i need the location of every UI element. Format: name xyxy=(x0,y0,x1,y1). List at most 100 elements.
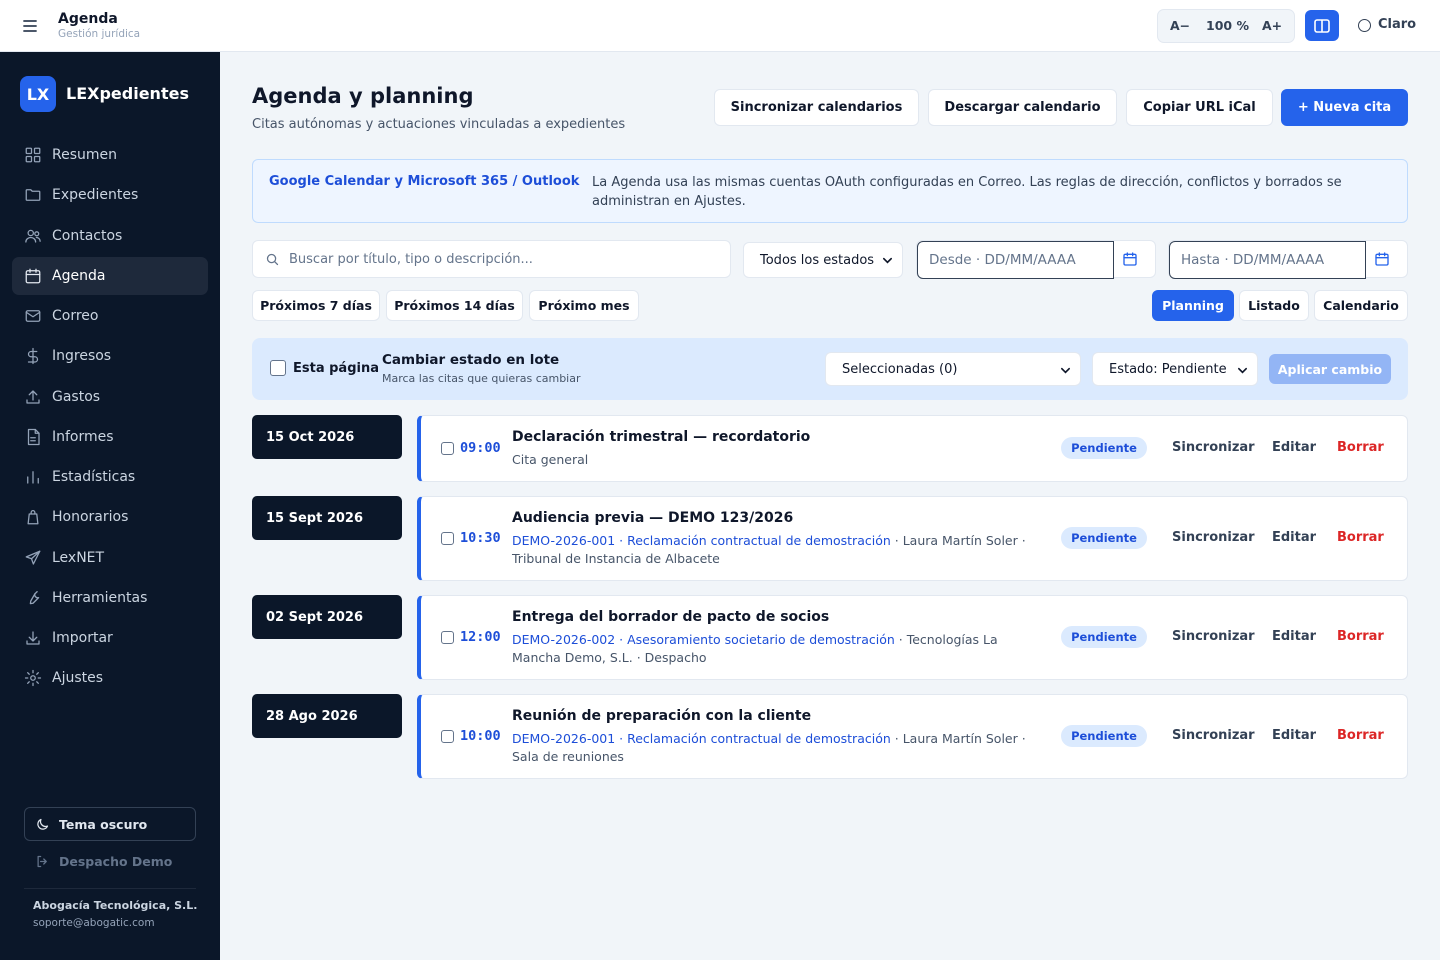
sidebar-item-informes[interactable]: Informes xyxy=(12,418,208,456)
status-badge: Pendiente xyxy=(1061,527,1147,549)
zoom-decrease-button[interactable]: A− xyxy=(1170,18,1190,33)
zoom-control: A− 100 % A+ xyxy=(1157,9,1295,43)
batch-status-select[interactable]: Estado: Pendiente xyxy=(1092,352,1258,386)
support-email: soporte@abogatic.com xyxy=(33,917,155,929)
download-calendar-button[interactable]: Descargar calendario xyxy=(928,89,1117,126)
columns-icon xyxy=(1314,18,1330,33)
upload-icon xyxy=(24,388,42,406)
delete-event-button[interactable]: Borrar xyxy=(1337,440,1384,455)
batch-subtitle: Marca las citas que quieras cambiar xyxy=(382,372,581,385)
sidebar-item-resumen[interactable]: Resumen xyxy=(12,136,208,174)
sidebar-item-herramientas[interactable]: Herramientas xyxy=(12,579,208,617)
status-filter-value: Todos los estados xyxy=(760,252,875,268)
sidebar-item-ajustes[interactable]: Ajustes xyxy=(12,659,208,697)
edit-event-button[interactable]: Editar xyxy=(1272,440,1316,455)
selected-items-select[interactable]: Seleccionadas (0) xyxy=(825,352,1081,386)
logout-button[interactable]: Despacho Demo xyxy=(35,854,172,869)
dollar-icon xyxy=(24,347,42,365)
sync-event-button[interactable]: Sincronizar xyxy=(1172,728,1255,743)
event-checkbox[interactable] xyxy=(441,442,454,455)
menu-icon[interactable] xyxy=(22,18,40,34)
circle-icon xyxy=(1358,19,1371,32)
select-page-checkbox[interactable] xyxy=(270,360,286,376)
mail-icon xyxy=(24,307,42,325)
apply-change-button[interactable]: Aplicar cambio xyxy=(1269,354,1391,384)
view-tab-planning[interactable]: Planning xyxy=(1152,290,1234,321)
sidebar-item-expedientes[interactable]: Expedientes xyxy=(12,176,208,214)
sidebar-item-honorarios[interactable]: Honorarios xyxy=(12,498,208,536)
edit-event-button[interactable]: Editar xyxy=(1272,530,1316,545)
status-badge: Pendiente xyxy=(1061,626,1147,648)
event-card[interactable]: 09:00 Declaración trimestral — recordato… xyxy=(417,415,1408,482)
sidebar-item-contactos[interactable]: Contactos xyxy=(12,217,208,255)
new-appointment-button[interactable]: + Nueva cita xyxy=(1281,89,1408,126)
chevron-down-icon xyxy=(1238,367,1247,374)
calendar-icon[interactable] xyxy=(1122,251,1138,267)
folder-icon xyxy=(24,186,42,204)
bar-chart-icon xyxy=(24,468,42,486)
sidebar-item-lexnet[interactable]: LexNET xyxy=(12,539,208,577)
event-card[interactable]: 10:00 Reunión de preparación con la clie… xyxy=(417,694,1408,779)
status-filter-select[interactable]: Todos los estados xyxy=(743,242,903,278)
company-name: Abogacía Tecnológica, S.L. xyxy=(33,899,198,912)
quick-filter-next-month[interactable]: Próximo mes xyxy=(529,290,639,321)
edit-event-button[interactable]: Editar xyxy=(1272,728,1316,743)
calendar-icon[interactable] xyxy=(1374,251,1390,267)
view-tab-listado[interactable]: Listado xyxy=(1239,290,1309,321)
sync-event-button[interactable]: Sincronizar xyxy=(1172,530,1255,545)
sync-event-button[interactable]: Sincronizar xyxy=(1172,440,1255,455)
status-badge: Pendiente xyxy=(1061,725,1147,747)
event-title: Reunión de preparación con la cliente xyxy=(512,708,812,724)
gear-icon xyxy=(24,669,42,687)
event-checkbox[interactable] xyxy=(441,631,454,644)
sync-event-button[interactable]: Sincronizar xyxy=(1172,629,1255,644)
delete-event-button[interactable]: Borrar xyxy=(1337,530,1384,545)
search-input[interactable] xyxy=(289,251,709,267)
dark-theme-button[interactable]: Tema oscuro xyxy=(24,807,196,841)
batch-status-panel: Esta página Cambiar estado en lote Marca… xyxy=(252,338,1408,400)
theme-toggle[interactable]: Claro xyxy=(1358,16,1416,32)
event-type: Cita general xyxy=(512,452,589,467)
theme-label: Claro xyxy=(1378,16,1417,32)
event-meta: DEMO-2026-001 · Reclamación contractual … xyxy=(512,532,1042,568)
case-link[interactable]: DEMO-2026-001 · Reclamación contractual … xyxy=(512,731,891,746)
bag-icon xyxy=(24,508,42,526)
event-meta: Cita general xyxy=(512,451,1042,469)
sidebar-item-ingresos[interactable]: Ingresos xyxy=(12,337,208,375)
event-checkbox[interactable] xyxy=(441,532,454,545)
event-date: 28 Ago 2026 xyxy=(252,694,402,738)
event-card[interactable]: 10:30 Audiencia previa — DEMO 123/2026 D… xyxy=(417,496,1408,581)
status-badge: Pendiente xyxy=(1061,437,1147,459)
layout-toggle-button[interactable] xyxy=(1305,10,1339,41)
search-box xyxy=(252,240,731,278)
delete-event-button[interactable]: Borrar xyxy=(1337,629,1384,644)
sidebar-item-correo[interactable]: Correo xyxy=(12,297,208,335)
date-from-input[interactable]: Desde · DD/MM/AAAA xyxy=(917,241,1114,279)
sidebar-item-estadisticas[interactable]: Estadísticas xyxy=(12,458,208,496)
date-to-input[interactable]: Hasta · DD/MM/AAAA xyxy=(1169,241,1366,279)
zoom-increase-button[interactable]: A+ xyxy=(1262,18,1282,33)
case-link[interactable]: DEMO-2026-001 · Reclamación contractual … xyxy=(512,533,891,548)
sidebar-item-label: Informes xyxy=(52,428,114,445)
info-title: Google Calendar y Microsoft 365 / Outloo… xyxy=(269,174,580,189)
quick-filter-14-days[interactable]: Próximos 14 días xyxy=(386,290,523,321)
users-icon xyxy=(24,227,42,245)
date-to-group: Hasta · DD/MM/AAAA xyxy=(1168,240,1408,279)
event-time: 10:30 xyxy=(460,530,501,546)
sidebar-item-agenda[interactable]: Agenda xyxy=(12,256,208,295)
logout-icon xyxy=(37,855,47,868)
edit-event-button[interactable]: Editar xyxy=(1272,629,1316,644)
selected-items-value: Seleccionadas (0) xyxy=(842,361,958,377)
sidebar-item-gastos[interactable]: Gastos xyxy=(12,378,208,416)
view-tab-calendario[interactable]: Calendario xyxy=(1314,290,1408,321)
copy-ical-url-button[interactable]: Copiar URL iCal xyxy=(1126,89,1273,126)
sync-calendars-button[interactable]: Sincronizar calendarios xyxy=(714,89,919,126)
sidebar-item-importar[interactable]: Importar xyxy=(12,619,208,657)
quick-filter-7-days[interactable]: Próximos 7 días xyxy=(252,290,380,321)
event-card[interactable]: 12:00 Entrega del borrador de pacto de s… xyxy=(417,595,1408,680)
delete-event-button[interactable]: Borrar xyxy=(1337,728,1384,743)
sidebar-item-label: Contactos xyxy=(52,227,123,244)
case-link[interactable]: DEMO-2026-002 · Asesoramiento societario… xyxy=(512,632,895,647)
event-checkbox[interactable] xyxy=(441,730,454,743)
select-page-label: Esta página xyxy=(293,361,379,376)
